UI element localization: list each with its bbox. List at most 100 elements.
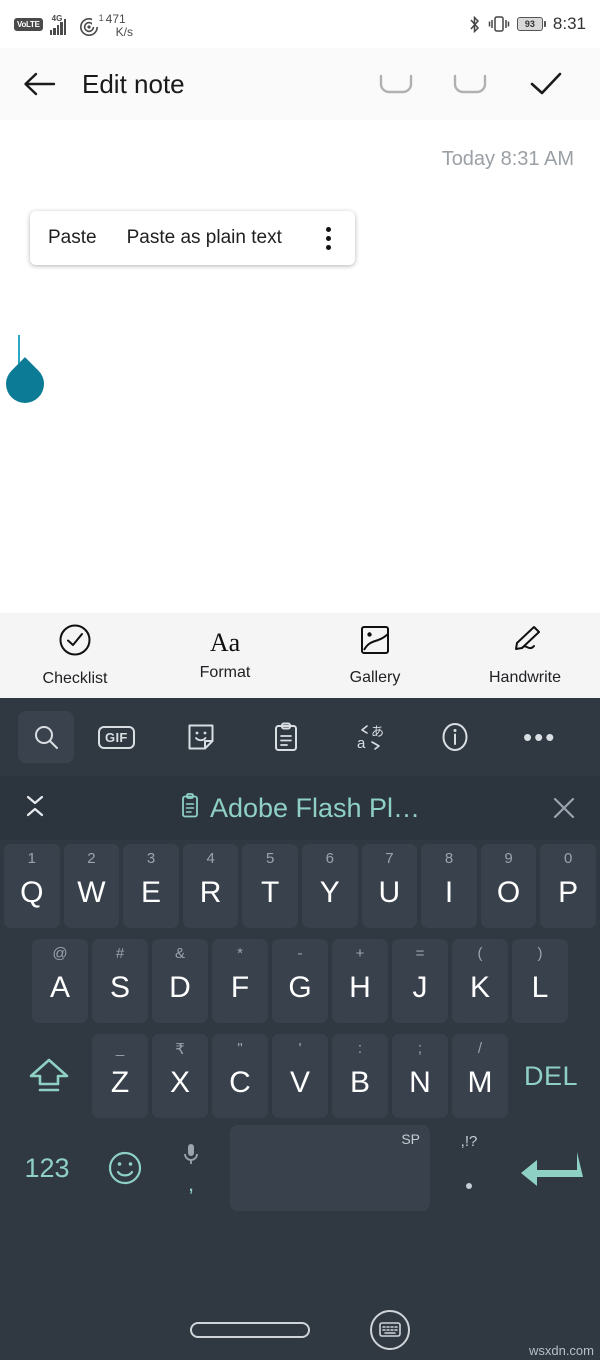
note-editor[interactable]: Today 8:31 AM Paste Paste as plain text [0, 120, 600, 613]
key-r[interactable]: 4R [182, 844, 239, 928]
search-icon[interactable] [18, 711, 74, 763]
battery-cap [543, 21, 546, 27]
key-f[interactable]: * F [212, 939, 268, 1023]
app-bar: Edit note [0, 48, 600, 120]
volte-icon: VoLTE [14, 17, 43, 31]
more-vertical-icon[interactable] [312, 221, 345, 256]
format-aa-icon: Aa [209, 627, 241, 657]
enter-arrow-icon[interactable] [502, 1125, 598, 1211]
translate-icon[interactable]: a あ [328, 711, 413, 763]
undo-icon[interactable] [376, 70, 414, 98]
back-arrow-icon[interactable] [22, 70, 56, 98]
period-key[interactable]: ,!? [436, 1125, 502, 1211]
toolbar-label-gallery: Gallery [349, 669, 401, 686]
close-x-icon[interactable] [544, 794, 578, 822]
hide-keyboard-icon[interactable] [370, 1310, 410, 1350]
svg-text:a: a [357, 735, 366, 752]
toolbar-label-format: Format [199, 663, 251, 681]
clipboard-suggestion-text: Adobe Flash Pl… [209, 792, 421, 823]
info-icon[interactable] [413, 711, 498, 763]
key-q[interactable]: 1Q [4, 844, 60, 928]
key-w[interactable]: 2W [63, 844, 120, 928]
note-timestamp: Today 8:31 AM [441, 148, 574, 170]
hotspot-count-label: 1 [98, 12, 104, 23]
numeric-switch-key[interactable]: 123 [2, 1125, 92, 1211]
key-y[interactable]: 6Y [302, 844, 358, 928]
comma-key-label: , [187, 1171, 195, 1196]
clipboard-suggestion-bar: Adobe Flash Pl… [0, 776, 600, 840]
shift-caps-icon[interactable] [10, 1034, 88, 1118]
sticker-icon[interactable] [159, 711, 244, 763]
handwrite-pen-icon [508, 624, 542, 661]
paste-button[interactable]: Paste [48, 227, 97, 249]
bluetooth-icon [468, 15, 481, 34]
key-z[interactable]: _ Z [92, 1034, 148, 1118]
checklist-circle-icon [58, 623, 92, 662]
toolbar-item-gallery[interactable]: Gallery [300, 624, 450, 687]
key-t[interactable]: 5T [242, 844, 298, 928]
key-b[interactable]: :B [332, 1034, 388, 1118]
key-x[interactable]: ₹ X [152, 1034, 208, 1118]
key-k[interactable]: (K [452, 939, 508, 1023]
collapse-chevrons-icon[interactable] [22, 791, 56, 826]
status-bar-right: 93 8:31 [468, 14, 586, 34]
paste-as-plain-text-button[interactable]: Paste as plain text [127, 227, 282, 249]
emoji-smiley-icon[interactable] [92, 1125, 158, 1211]
key-a[interactable]: @ A [32, 939, 88, 1023]
key-n[interactable]: ; N [392, 1034, 448, 1118]
signal-bars-icon: 4G [49, 14, 72, 35]
hotspot-icon: 1 [79, 13, 104, 36]
status-bar: VoLTE 4G 1 471 K/s 93 8:31 [0, 0, 600, 48]
toolbar-item-checklist[interactable]: Checklist [0, 623, 150, 688]
vibrate-icon [488, 15, 510, 33]
key-p[interactable]: 0P [540, 844, 596, 928]
page-title: Edit note [82, 68, 185, 99]
gallery-image-icon [359, 624, 391, 661]
key-g[interactable]: -G [272, 939, 328, 1023]
toolbar-item-format[interactable]: Aa Format [150, 627, 300, 682]
key-o[interactable]: 9O [480, 844, 537, 928]
paste-context-menu[interactable]: Paste Paste as plain text [30, 211, 355, 265]
system-nav-bar: wsxdn.com [0, 1300, 600, 1360]
key-i[interactable]: 8I [421, 844, 477, 928]
checkmark-icon[interactable] [528, 70, 564, 98]
app-bar-actions [376, 70, 564, 98]
watermark-label: wsxdn.com [528, 1343, 594, 1358]
data-rate-unit: K/s [115, 24, 133, 39]
key-s[interactable]: # S [92, 939, 148, 1023]
data-rate-indicator: 471 K/s [106, 13, 133, 38]
microphone-icon[interactable]: , [158, 1125, 224, 1211]
toolbar-label-checklist: Checklist [42, 670, 108, 687]
keyboard-row-3: _ Z ₹ X " C ' V :B ; N / M DEL [0, 1030, 600, 1125]
gif-icon[interactable]: GIF [74, 711, 159, 763]
key-h[interactable]: + H [332, 939, 388, 1023]
home-pill-icon[interactable] [190, 1322, 310, 1338]
clipboard-icon[interactable] [243, 711, 328, 763]
space-key[interactable]: SP [230, 1125, 430, 1211]
key-v[interactable]: ' V [272, 1034, 328, 1118]
space-key-label: SP [401, 1131, 420, 1147]
key-c[interactable]: " C [212, 1034, 268, 1118]
key-l[interactable]: ) L [512, 939, 568, 1023]
battery-icon: 93 [516, 17, 546, 31]
status-clock: 8:31 [552, 14, 586, 33]
more-horizontal-icon[interactable]: ••• [497, 711, 582, 763]
svg-text:あ: あ [371, 724, 384, 739]
keyboard: GIF a あ ••• Adobe Flash Pl… 1 Q 2 W 3 E … [0, 698, 600, 1300]
toolbar-item-handwrite[interactable]: Handwrite [450, 624, 600, 687]
key-d[interactable]: & D [152, 939, 208, 1023]
keyboard-row-4: 123 , SP ,!? [0, 1125, 600, 1225]
key-e[interactable]: 3E [123, 844, 179, 928]
note-format-toolbar: Checklist Aa Format Gallery Handwrite [0, 613, 600, 698]
key-u[interactable]: 7U [361, 844, 418, 928]
clipboard-suggestion-item[interactable]: Adobe Flash Pl… [56, 793, 544, 824]
clipboard-icon [180, 792, 200, 824]
delete-key[interactable]: DEL [512, 1034, 590, 1118]
key-m[interactable]: / M [452, 1034, 508, 1118]
key-j[interactable]: = J [392, 939, 448, 1023]
redo-icon[interactable] [452, 70, 490, 98]
toolbar-label-handwrite: Handwrite [488, 669, 562, 686]
period-dot [466, 1183, 472, 1189]
cursor-drag-handle[interactable] [0, 357, 52, 411]
data-rate-value: 471 [105, 11, 126, 26]
